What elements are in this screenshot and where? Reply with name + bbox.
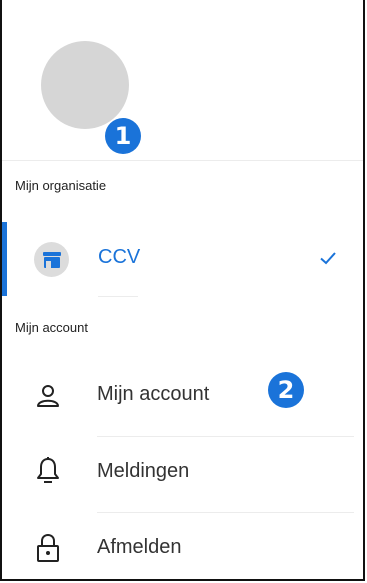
- divider: [98, 296, 138, 297]
- store-icon: [34, 242, 69, 277]
- section-label-organisation: Mijn organisatie: [15, 178, 107, 193]
- organisation-item-ccv[interactable]: CCV: [2, 222, 363, 296]
- account-menu-panel: 1 Mijn organisatie CCV Mijn account Mijn…: [0, 0, 365, 581]
- section-label-account: Mijn account: [15, 320, 88, 335]
- organisation-name: CCV: [98, 246, 141, 268]
- user-icon: [35, 383, 61, 409]
- bell-icon: [35, 457, 61, 483]
- callout-badge-1: 1: [105, 118, 141, 154]
- menu-label: Meldingen: [97, 460, 190, 482]
- lock-icon: [35, 533, 61, 562]
- menu-item-mijn-account[interactable]: Mijn account: [2, 360, 363, 432]
- divider: [2, 160, 363, 161]
- callout-badge-2: 2: [268, 372, 304, 408]
- menu-item-afmelden[interactable]: Afmelden: [2, 513, 363, 579]
- menu-item-meldingen[interactable]: Meldingen: [2, 437, 363, 509]
- menu-label: Afmelden: [97, 536, 182, 558]
- avatar[interactable]: [41, 41, 129, 129]
- menu-label: Mijn account: [97, 383, 210, 405]
- check-icon: [316, 246, 340, 270]
- active-indicator: [2, 222, 7, 296]
